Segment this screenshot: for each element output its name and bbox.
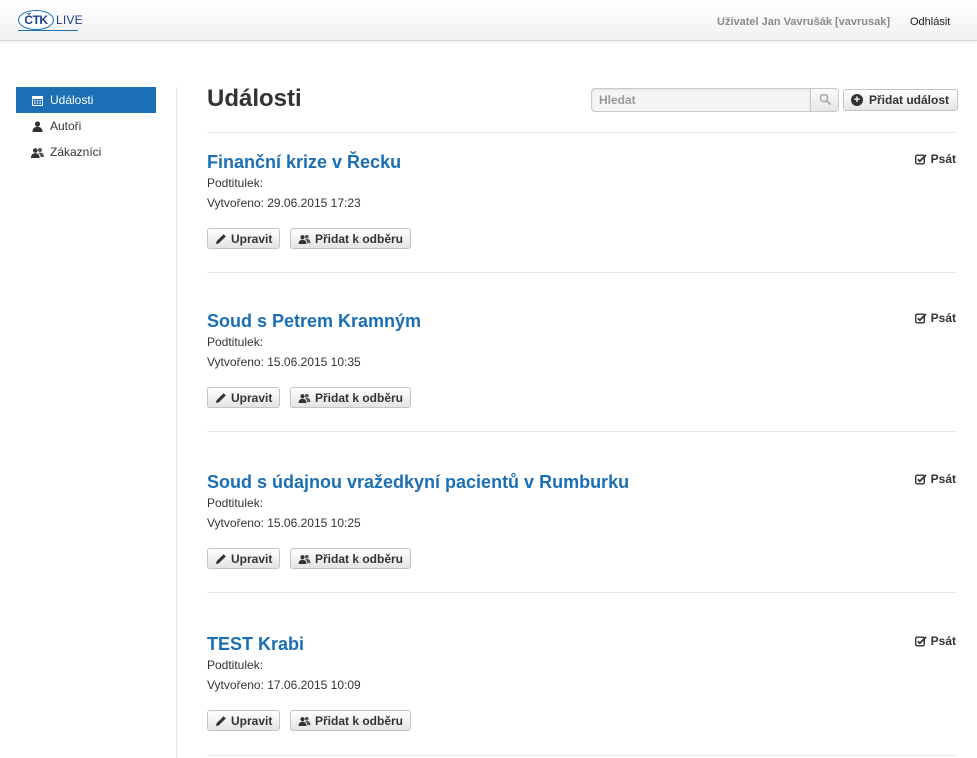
- edit-label: Upravit: [231, 231, 273, 246]
- write-label: Psát: [930, 311, 956, 325]
- page-title: Události: [207, 85, 302, 112]
- edit-label: Upravit: [231, 551, 273, 566]
- logout-link[interactable]: Odhlásit: [910, 16, 950, 28]
- user-icon: [30, 119, 44, 133]
- write-label: Psát: [930, 472, 956, 486]
- divider: [207, 592, 956, 593]
- logo-underline: [18, 30, 78, 31]
- event-subtitle: Podtitulek:: [207, 335, 264, 349]
- check-square-icon: [914, 312, 927, 324]
- subscribe-label: Přidat k odběru: [315, 231, 404, 246]
- subscribe-button[interactable]: Přidat k odběru: [290, 228, 412, 249]
- ctk-logo-mark: ČTK: [18, 10, 54, 30]
- user-label: Uživatel Jan Vavrušák [vavrusak]: [717, 16, 891, 28]
- sidebar-item-customers[interactable]: Zákazníci: [16, 139, 156, 165]
- edit-button[interactable]: Upravit: [207, 387, 281, 408]
- logo-text: ČTK: [24, 13, 48, 27]
- users-icon: [298, 234, 311, 244]
- ctk-live-logo[interactable]: ČTK LIVE: [18, 9, 83, 31]
- write-link[interactable]: Psát: [914, 472, 956, 486]
- subscribe-button[interactable]: Přidat k odběru: [290, 548, 412, 569]
- event-item: Soud s údajnou vražedkyní pacientů v Rum…: [207, 472, 956, 582]
- event-subtitle: Podtitulek:: [207, 176, 264, 190]
- pencil-icon: [215, 392, 227, 404]
- top-navbar: ČTK LIVE Uživatel Jan Vavrušák [vavrusak…: [0, 0, 977, 41]
- logo-suffix: LIVE: [56, 13, 83, 27]
- edit-button[interactable]: Upravit: [207, 228, 281, 249]
- event-subtitle: Podtitulek:: [207, 658, 264, 672]
- write-link[interactable]: Psát: [914, 634, 956, 648]
- pencil-icon: [215, 715, 227, 727]
- search-button[interactable]: [810, 88, 839, 112]
- write-label: Psát: [930, 152, 956, 166]
- check-square-icon: [914, 153, 927, 165]
- edit-button[interactable]: Upravit: [207, 548, 281, 569]
- subscribe-label: Přidat k odběru: [315, 551, 404, 566]
- edit-button[interactable]: Upravit: [207, 710, 281, 731]
- subscribe-button[interactable]: Přidat k odběru: [290, 387, 412, 408]
- write-link[interactable]: Psát: [914, 311, 956, 325]
- event-created: Vytvořeno: 17.06.2015 10:09: [207, 678, 361, 692]
- search-icon: [819, 93, 831, 108]
- plus-circle-icon: +: [851, 94, 863, 106]
- calendar-icon: [30, 93, 44, 107]
- edit-label: Upravit: [231, 390, 273, 405]
- sidebar-item-authors[interactable]: Autoři: [16, 113, 156, 139]
- event-title-link[interactable]: Soud s Petrem Kramným: [207, 311, 421, 332]
- add-event-button[interactable]: + Přidat událost: [843, 89, 959, 111]
- users-icon: [298, 554, 311, 564]
- sidebar-item-events[interactable]: Události: [16, 87, 156, 113]
- subscribe-label: Přidat k odběru: [315, 390, 404, 405]
- subscribe-button[interactable]: Přidat k odběru: [290, 710, 412, 731]
- divider: [207, 431, 956, 432]
- event-created: Vytvořeno: 15.06.2015 10:25: [207, 516, 361, 530]
- write-label: Psát: [930, 634, 956, 648]
- subscribe-label: Přidat k odběru: [315, 713, 404, 728]
- check-square-icon: [914, 473, 927, 485]
- users-icon: [298, 393, 311, 403]
- users-icon: [298, 716, 311, 726]
- divider: [207, 272, 956, 273]
- sidebar-divider: [176, 87, 177, 758]
- search-form: [591, 88, 839, 112]
- check-square-icon: [914, 635, 927, 647]
- users-icon: [30, 145, 44, 159]
- sidebar-nav: Události Autoři Zákazníci: [16, 87, 156, 165]
- search-input[interactable]: [591, 88, 811, 112]
- add-event-label: Přidat událost: [869, 93, 950, 107]
- event-item: Soud s Petrem Kramným Podtitulek: Vytvoř…: [207, 311, 956, 421]
- sidebar-item-label: Zákazníci: [50, 145, 102, 159]
- event-title-link[interactable]: Soud s údajnou vražedkyní pacientů v Rum…: [207, 472, 629, 493]
- divider: [207, 755, 956, 756]
- divider: [207, 132, 956, 133]
- event-created: Vytvořeno: 15.06.2015 10:35: [207, 355, 361, 369]
- sidebar-item-label: Události: [50, 93, 94, 107]
- event-item: Finanční krize v Řecku Podtitulek: Vytvo…: [207, 152, 956, 262]
- sidebar-item-label: Autoři: [50, 119, 82, 133]
- event-item: TEST Krabi Podtitulek: Vytvořeno: 17.06.…: [207, 634, 956, 744]
- event-title-link[interactable]: Finanční krize v Řecku: [207, 152, 401, 173]
- pencil-icon: [215, 553, 227, 565]
- edit-label: Upravit: [231, 713, 273, 728]
- event-title-link[interactable]: TEST Krabi: [207, 634, 304, 655]
- event-created: Vytvořeno: 29.06.2015 17:23: [207, 196, 361, 210]
- event-subtitle: Podtitulek:: [207, 496, 264, 510]
- pencil-icon: [215, 233, 227, 245]
- write-link[interactable]: Psát: [914, 152, 956, 166]
